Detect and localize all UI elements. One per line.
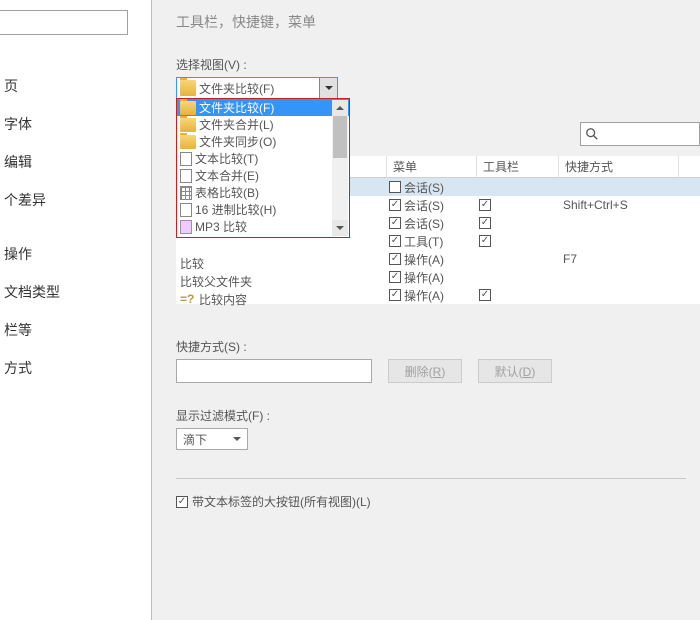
filter-mode-label: 显示过滤模式(F) :	[176, 407, 700, 424]
sidebar-item[interactable]: 个差异	[0, 181, 151, 219]
col-menu[interactable]: 菜单	[387, 156, 477, 178]
list-item[interactable]: 比较父文件夹	[176, 272, 252, 290]
dropdown-item[interactable]: 文件夹比较(F)	[177, 99, 349, 116]
default-button[interactable]: 默认(D)	[478, 359, 552, 383]
toolbar-checkbox[interactable]	[479, 199, 491, 211]
view-combobox[interactable]: 文件夹比较(F)	[176, 77, 338, 99]
main-panel: 工具栏，快捷键，菜单 选择视图(V) : 文件夹比较(F) 文件夹比较(F)文件…	[152, 0, 700, 620]
sidebar-item[interactable]: 编辑	[0, 143, 151, 181]
search-icon	[585, 127, 599, 141]
large-buttons-checkbox[interactable]	[176, 496, 188, 508]
menu-checkbox[interactable]	[389, 253, 401, 265]
dropdown-item[interactable]: 16 进制比较(H)	[177, 201, 349, 218]
list-item[interactable]: 比较	[176, 254, 252, 272]
table-row[interactable]: 操作(A)	[176, 286, 700, 304]
folder-icon	[180, 101, 196, 115]
dropdown-item[interactable]: MP3 比较	[177, 218, 349, 235]
sidebar-item[interactable]: 页	[0, 67, 151, 105]
select-view-label: 选择视图(V) :	[176, 56, 700, 73]
col-toolbar[interactable]: 工具栏	[477, 156, 559, 178]
folder-icon	[180, 118, 196, 132]
sidebar-item[interactable]: 文档类型	[0, 273, 151, 311]
list-item[interactable]: =?比较内容	[176, 290, 252, 308]
page-title: 工具栏，快捷键，菜单	[176, 12, 700, 32]
search-input[interactable]	[580, 122, 700, 146]
dropdown-scrollbar[interactable]	[332, 100, 348, 236]
menu-checkbox[interactable]	[389, 235, 401, 247]
combo-value: 文件夹比较(F)	[199, 80, 319, 97]
compare-icon: =?	[180, 292, 194, 306]
divider	[176, 478, 686, 479]
chevron-down-icon[interactable]	[319, 78, 337, 98]
note-icon	[180, 220, 192, 234]
menu-checkbox[interactable]	[389, 199, 401, 211]
docs-icon	[180, 152, 192, 166]
docs-icon	[180, 169, 192, 183]
dropdown-item[interactable]: 文件夹合并(L)	[177, 116, 349, 133]
table-row[interactable]: 操作(A)F7	[176, 250, 700, 268]
shortcut-label: 快捷方式(S) :	[176, 338, 700, 355]
table-row[interactable]: 操作(A)	[176, 268, 700, 286]
sidebar-item[interactable]: 栏等	[0, 311, 151, 349]
docs-icon	[180, 203, 192, 217]
sidebar: 页 字体 编辑 个差异 操作 文档类型 栏等 方式	[0, 0, 152, 620]
sidebar-item[interactable]: 字体	[0, 105, 151, 143]
menu-checkbox[interactable]	[389, 181, 401, 193]
toolbar-checkbox[interactable]	[479, 289, 491, 301]
folder-icon	[180, 135, 196, 149]
menu-checkbox[interactable]	[389, 217, 401, 229]
toolbar-checkbox[interactable]	[479, 217, 491, 229]
sidebar-item[interactable]: 操作	[0, 235, 151, 273]
menu-checkbox[interactable]	[389, 271, 401, 283]
menu-checkbox[interactable]	[389, 289, 401, 301]
folder-icon	[180, 80, 196, 96]
scroll-down-button[interactable]	[332, 220, 348, 236]
toolbar-checkbox[interactable]	[479, 235, 491, 247]
view-dropdown: 文件夹比较(F)文件夹合并(L)文件夹同步(O)文本比较(T)文本合并(E)表格…	[176, 98, 350, 238]
sidebar-item[interactable]: 方式	[0, 349, 151, 387]
shortcut-input[interactable]	[176, 359, 372, 383]
dropdown-item[interactable]: 文本比较(T)	[177, 150, 349, 167]
filter-mode-select[interactable]: 滴下	[176, 428, 248, 450]
scroll-up-button[interactable]	[332, 100, 348, 116]
dropdown-item[interactable]: 文件夹同步(O)	[177, 133, 349, 150]
large-buttons-label: 带文本标签的大按钮(所有视图)(L)	[192, 493, 371, 510]
delete-button[interactable]: 删除(R)	[388, 359, 462, 383]
scroll-thumb[interactable]	[333, 116, 347, 158]
dropdown-item[interactable]: 文本合并(E)	[177, 167, 349, 184]
grid-icon	[180, 186, 192, 200]
sidebar-search-input[interactable]	[0, 10, 128, 35]
dropdown-item[interactable]: 表格比较(B)	[177, 184, 349, 201]
command-list-extra: 比较 比较父文件夹 =?比较内容	[176, 254, 252, 308]
col-shortcut[interactable]: 快捷方式	[559, 156, 679, 178]
